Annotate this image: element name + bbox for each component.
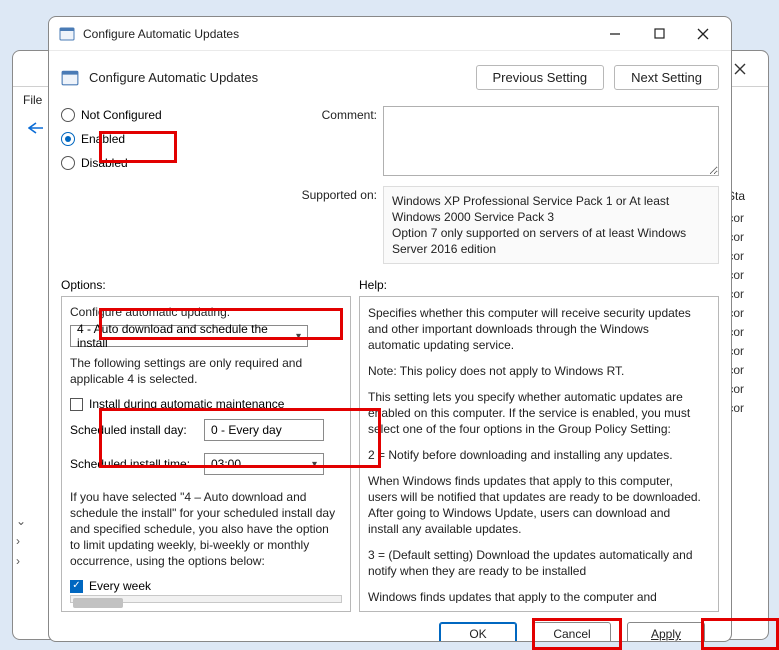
close-icon [734,63,746,75]
every-week-checkbox[interactable]: ✓ Every week [70,579,342,593]
checkbox-label: Every week [89,579,151,593]
gpo-dialog: Configure Automatic Updates Configure Au… [48,16,732,642]
help-paragraph: 3 = (Default setting) Download the updat… [368,547,704,579]
state-radio-group: Not Configured Enabled Disabled [61,106,269,264]
help-paragraph: This setting lets you specify whether au… [368,389,704,437]
maximize-icon [654,28,665,39]
dialog-button-row: OK Cancel Apply [61,612,719,641]
bg-tree-item[interactable]: › [16,531,29,551]
dropdown-value: 4 - Auto download and schedule the insta… [77,322,296,350]
policy-icon [59,26,75,42]
help-pane: Specifies whether this computer will rec… [359,296,719,612]
ok-button[interactable]: OK [439,622,517,641]
configure-updating-label: Configure automatic updating: [70,305,342,319]
dialog-title: Configure Automatic Updates [83,27,593,41]
close-button[interactable] [681,20,725,48]
cancel-button[interactable]: Cancel [533,622,611,641]
supported-on-text: Windows XP Professional Service Pack 1 o… [383,186,719,264]
supported-line: Windows XP Professional Service Pack 1 o… [392,193,710,225]
radio-icon [61,156,75,170]
next-setting-button[interactable]: Next Setting [614,65,719,90]
radio-disabled[interactable]: Disabled [61,154,269,172]
checkbox-label: Install during automatic maintenance [89,397,284,411]
maximize-button[interactable] [637,20,681,48]
radio-icon [61,132,75,146]
chevron-down-icon: ▾ [312,459,317,470]
configure-updating-dropdown[interactable]: 4 - Auto download and schedule the insta… [70,325,308,347]
radio-not-configured[interactable]: Not Configured [61,106,269,124]
radio-enabled[interactable]: Enabled [61,130,269,148]
previous-setting-button[interactable]: Previous Setting [476,65,605,90]
scheduled-install-time-label: Scheduled install time: [70,457,196,471]
back-arrow-icon[interactable] [23,117,49,139]
dropdown-value: 0 - Every day [211,423,282,437]
minimize-button[interactable] [593,20,637,48]
help-scroll-area[interactable]: Specifies whether this computer will rec… [368,305,710,603]
policy-name: Configure Automatic Updates [89,70,466,85]
options-heading: Options: [61,278,359,292]
options-pane: Configure automatic updating: 4 - Auto d… [61,296,351,612]
options-note: The following settings are only required… [70,355,342,387]
policy-icon [61,69,79,87]
chevron-down-icon: ▾ [296,331,301,342]
help-heading: Help: [359,278,387,292]
dialog-titlebar: Configure Automatic Updates [49,17,731,51]
radio-label: Disabled [81,156,128,170]
help-paragraph: 2 = Notify before downloading and instal… [368,447,704,463]
help-paragraph: Windows finds updates that apply to the … [368,589,704,603]
dropdown-value: 03:00 [211,457,241,471]
options-horizontal-scrollbar[interactable] [70,595,342,603]
install-during-maintenance-checkbox[interactable]: Install during automatic maintenance [70,397,342,411]
bg-tree-item[interactable]: › [16,551,29,571]
scheduled-install-time-dropdown[interactable]: 03:00 ▾ [204,453,324,475]
comment-textarea[interactable] [383,106,719,176]
radio-label: Enabled [81,132,125,146]
supported-line: Option 7 only supported on servers of at… [392,225,710,257]
checkbox-icon [70,398,83,411]
scheduled-install-day-dropdown[interactable]: 0 - Every day [204,419,324,441]
help-paragraph: Specifies whether this computer will rec… [368,305,704,353]
dialog-header-row: Configure Automatic Updates Previous Set… [61,65,719,90]
minimize-icon [609,28,621,40]
supported-label: Supported on: [277,186,377,202]
scheduled-install-day-label: Scheduled install day: [70,423,196,437]
close-icon [697,28,709,40]
radio-icon [61,108,75,122]
bg-tree: ⌄ › › [16,511,29,571]
options-long-note: If you have selected "4 – Auto download … [70,489,342,569]
comment-label: Comment: [277,106,377,122]
help-paragraph: When Windows finds updates that apply to… [368,473,704,537]
radio-label: Not Configured [81,108,162,122]
bg-tree-item[interactable]: ⌄ [16,511,29,531]
apply-button[interactable]: Apply [627,622,705,641]
checkbox-icon: ✓ [70,580,83,593]
help-paragraph: Note: This policy does not apply to Wind… [368,363,704,379]
